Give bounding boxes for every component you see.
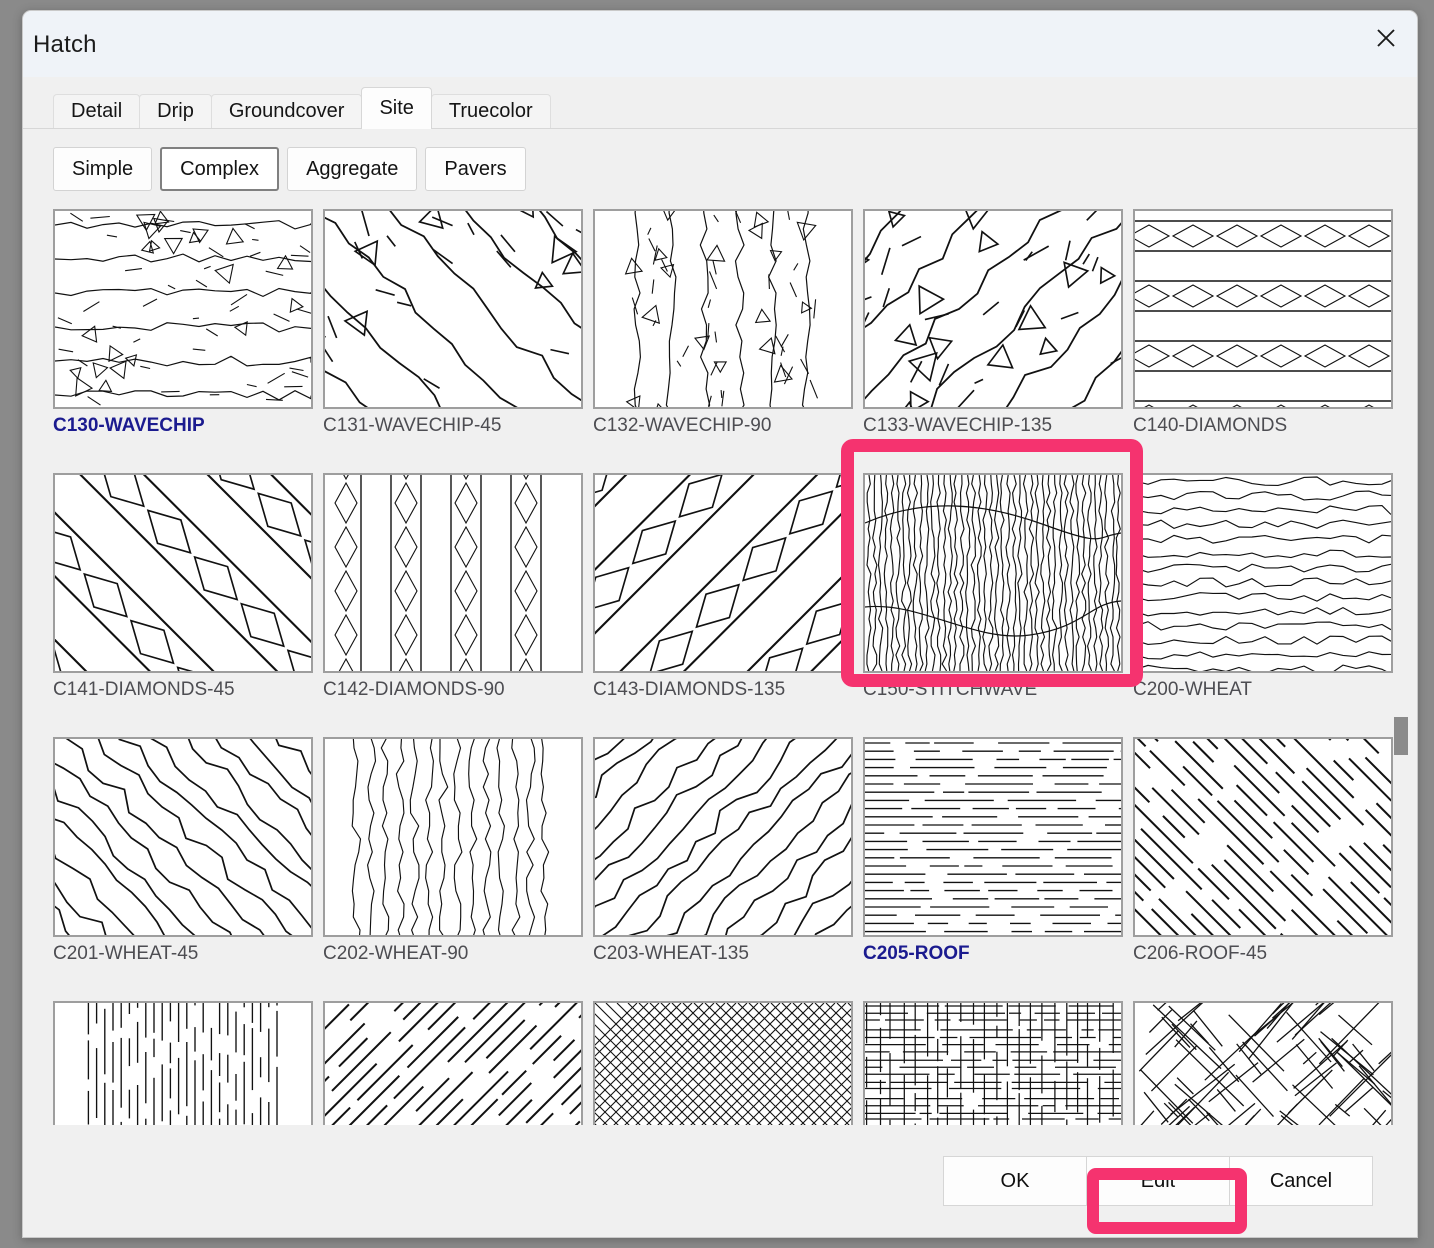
category-button-pavers[interactable]: Pavers	[425, 147, 526, 191]
pattern-cell: C142-DIAMONDS-90	[323, 473, 583, 701]
pattern-cell: C203-WHEAT-135	[593, 737, 853, 965]
cancel-button[interactable]: Cancel	[1229, 1156, 1373, 1206]
dialog-title: Hatch	[33, 31, 97, 58]
pattern-swatch-c141-diamonds-45[interactable]	[53, 473, 313, 673]
pattern-label[interactable]: C201-WHEAT-45	[53, 943, 313, 965]
vertical-scrollbar[interactable]	[1391, 209, 1413, 1151]
pattern-label[interactable]: C202-WHEAT-90	[323, 943, 583, 965]
pattern-swatch-c203-wheat-135[interactable]	[593, 737, 853, 937]
pattern-cell: C206-ROOF-45	[1133, 737, 1393, 965]
category-button-label: Pavers	[444, 157, 507, 180]
pattern-cell: C141-DIAMONDS-45	[53, 473, 313, 701]
pattern-cell: C133-WAVECHIP-135	[863, 209, 1123, 437]
pattern-swatch-c202-wheat-90[interactable]	[323, 737, 583, 937]
pattern-cell: C202-WHEAT-90	[323, 737, 583, 965]
tab-groundcover[interactable]: Groundcover	[210, 94, 363, 128]
tab-label: Truecolor	[448, 100, 533, 122]
category-button-row: Simple Complex Aggregate Pavers	[23, 129, 1417, 191]
pattern-label[interactable]: C150-STITCHWAVE	[863, 679, 1123, 701]
tab-label: Drip	[157, 100, 194, 122]
pattern-swatch-c133-wavechip-135[interactable]	[863, 209, 1123, 409]
pattern-label[interactable]: C143-DIAMONDS-135	[593, 679, 853, 701]
pattern-swatch-c140-diamonds[interactable]	[1133, 209, 1393, 409]
pattern-swatch-c206-roof-45[interactable]	[1133, 737, 1393, 937]
tab-site[interactable]: Site	[361, 87, 432, 129]
pattern-label[interactable]: C142-DIAMONDS-90	[323, 679, 583, 701]
tabstrip: Detail Drip Groundcover Site Truecolor	[23, 87, 1417, 129]
category-button-label: Complex	[180, 157, 260, 180]
category-button-aggregate[interactable]: Aggregate	[287, 147, 418, 191]
pattern-swatch-c130-wavechip[interactable]	[53, 209, 313, 409]
pattern-label[interactable]: C205-ROOF	[863, 943, 1123, 965]
pattern-cell: C143-DIAMONDS-135	[593, 473, 853, 701]
pattern-cell: C201-WHEAT-45	[53, 737, 313, 965]
pattern-label[interactable]: C132-WAVECHIP-90	[593, 415, 853, 437]
pattern-label[interactable]: C131-WAVECHIP-45	[323, 415, 583, 437]
screen: Hatch Detail Drip Groundcover Site Truecolor…	[0, 0, 1434, 1248]
tab-label: Groundcover	[228, 100, 345, 122]
close-icon[interactable]	[1355, 11, 1417, 65]
category-button-complex[interactable]: Complex	[160, 147, 280, 191]
pattern-cell: C200-WHEAT	[1133, 473, 1393, 701]
tab-detail[interactable]: Detail	[53, 94, 141, 128]
pattern-swatch-c142-diamonds-90[interactable]	[323, 473, 583, 673]
pattern-label[interactable]: C130-WAVECHIP	[53, 415, 313, 437]
pattern-label[interactable]: C133-WAVECHIP-135	[863, 415, 1123, 437]
dialog-titlebar: Hatch	[23, 11, 1417, 77]
tab-drip[interactable]: Drip	[139, 94, 212, 128]
pattern-grid-area: C130-WAVECHIP C131-WAVECHIP-45 C132-WAVECH…	[23, 209, 1417, 1228]
pattern-cell: C150-STITCHWAVE	[863, 473, 1123, 701]
pattern-cell: C131-WAVECHIP-45	[323, 209, 583, 437]
pattern-label[interactable]: C140-DIAMONDS	[1133, 415, 1393, 437]
pattern-swatch-c132-wavechip-90[interactable]	[593, 209, 853, 409]
tab-label: Detail	[71, 100, 123, 122]
category-button-label: Aggregate	[306, 157, 399, 180]
pattern-cell: C205-ROOF	[863, 737, 1123, 965]
pattern-swatch-c143-diamonds-135[interactable]	[593, 473, 853, 673]
edit-button[interactable]: Edit	[1086, 1156, 1230, 1206]
pattern-swatch-c200-wheat[interactable]	[1133, 473, 1393, 673]
pattern-label[interactable]: C200-WHEAT	[1133, 679, 1393, 701]
pattern-swatch-c131-wavechip-45[interactable]	[323, 209, 583, 409]
ok-button[interactable]: OK	[943, 1156, 1087, 1206]
scrollbar-thumb[interactable]	[1394, 717, 1408, 755]
pattern-swatch-c201-wheat-45[interactable]	[53, 737, 313, 937]
category-button-label: Simple	[72, 157, 134, 180]
pattern-swatch-c205-roof[interactable]	[863, 737, 1123, 937]
pattern-label[interactable]: C206-ROOF-45	[1133, 943, 1393, 965]
pattern-cell: C132-WAVECHIP-90	[593, 209, 853, 437]
pattern-label[interactable]: C203-WHEAT-135	[593, 943, 853, 965]
pattern-cell: C130-WAVECHIP	[53, 209, 313, 437]
tab-label: Site	[379, 97, 414, 119]
hatch-dialog: Hatch Detail Drip Groundcover Site Truecolor…	[22, 10, 1418, 1238]
category-button-simple[interactable]: Simple	[53, 147, 153, 191]
pattern-swatch-c150-stitchwave[interactable]	[863, 473, 1123, 673]
pattern-cell: C140-DIAMONDS	[1133, 209, 1393, 437]
dialog-footer: OK Edit Cancel	[23, 1125, 1417, 1237]
pattern-grid: C130-WAVECHIP C131-WAVECHIP-45 C132-WAVECH…	[53, 209, 1417, 1229]
tab-truecolor[interactable]: Truecolor	[430, 94, 551, 128]
pattern-label[interactable]: C141-DIAMONDS-45	[53, 679, 313, 701]
